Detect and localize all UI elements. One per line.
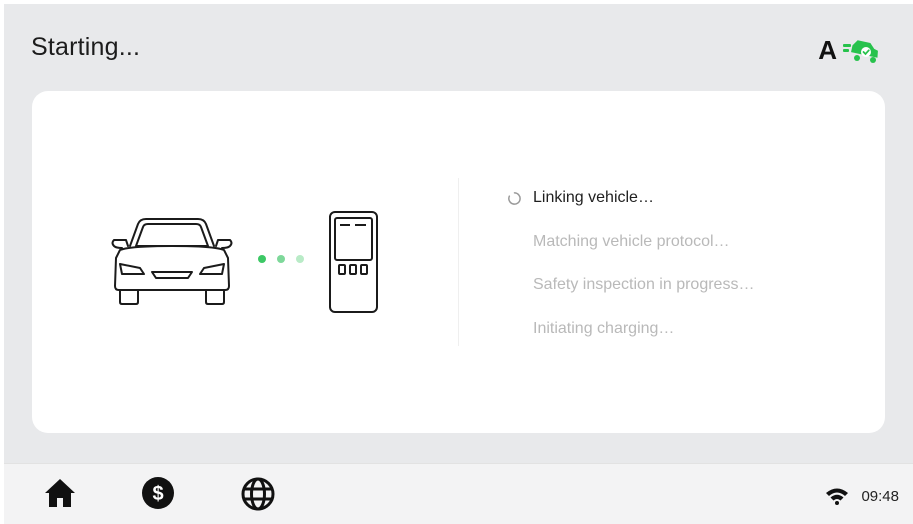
page-title: Starting... [31, 33, 141, 61]
step-matching-protocol: Matching vehicle protocol… [507, 231, 754, 253]
step-safety-inspection: Safety inspection in progress… [507, 274, 754, 296]
loading-spinner-icon [508, 191, 521, 205]
globe-icon[interactable] [240, 476, 276, 512]
divider [458, 178, 459, 346]
connection-dot [258, 255, 266, 263]
car-icon [111, 218, 233, 305]
connection-dots [258, 255, 304, 263]
dollar-icon[interactable]: $ [141, 476, 175, 510]
progress-steps: Linking vehicle… Matching vehicle protoc… [507, 187, 754, 361]
brand: A [818, 36, 881, 64]
status-area: 09:48 [825, 487, 899, 505]
connection-dot [277, 255, 285, 263]
step-label: Matching vehicle protocol… [533, 232, 730, 250]
svg-text:$: $ [152, 483, 163, 505]
brand-letter: A [818, 35, 837, 65]
charging-station-icon [329, 211, 378, 313]
connection-dot [296, 255, 304, 263]
step-label: Safety inspection in progress… [533, 276, 755, 293]
step-initiating-charging: Initiating charging… [507, 318, 754, 340]
step-label: Linking vehicle… [533, 189, 654, 206]
wifi-icon [826, 488, 849, 505]
step-linking-vehicle: Linking vehicle… [507, 187, 754, 209]
charging-car-check-icon [843, 40, 878, 63]
step-label: Initiating charging… [533, 319, 675, 337]
clock-time: 09:48 [861, 487, 899, 505]
home-icon[interactable] [43, 476, 77, 510]
